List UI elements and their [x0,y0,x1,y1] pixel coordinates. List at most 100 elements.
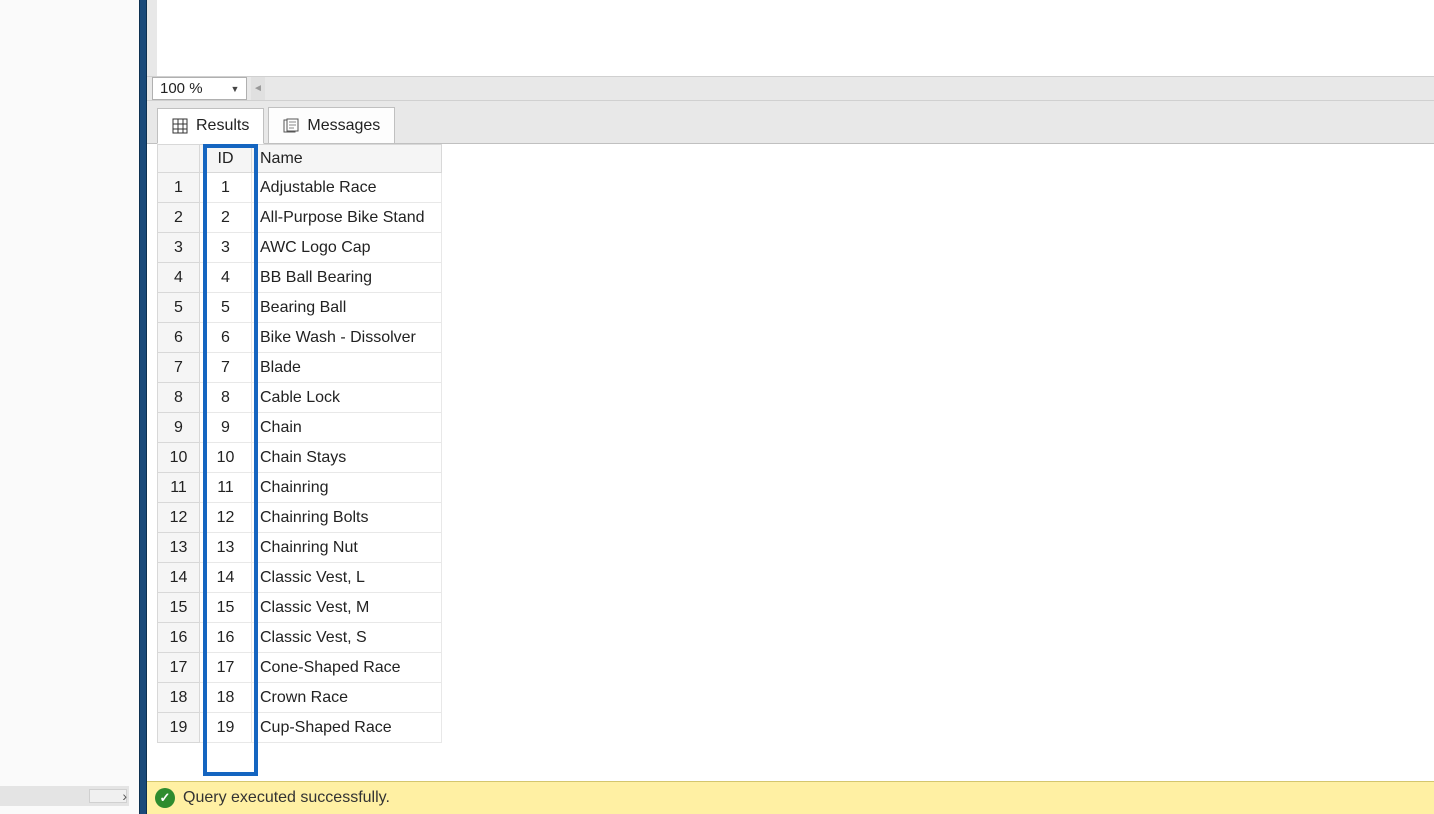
row-number[interactable]: 14 [158,563,200,593]
object-explorer-sidebar: › [0,0,139,814]
cell-id[interactable]: 1 [200,173,252,203]
cell-id[interactable]: 15 [200,593,252,623]
cell-name[interactable]: Chain [252,413,442,443]
cell-name[interactable]: All-Purpose Bike Stand [252,203,442,233]
row-number[interactable]: 18 [158,683,200,713]
cell-name[interactable]: Bearing Ball [252,293,442,323]
table-row[interactable]: 1010Chain Stays [158,443,442,473]
cell-id[interactable]: 13 [200,533,252,563]
splitter[interactable] [139,0,147,814]
cell-id[interactable]: 8 [200,383,252,413]
cell-name[interactable]: BB Ball Bearing [252,263,442,293]
cell-id[interactable]: 7 [200,353,252,383]
row-number[interactable]: 12 [158,503,200,533]
chevron-down-icon: ▼ [228,80,242,98]
cell-name[interactable]: Classic Vest, S [252,623,442,653]
table-row[interactable]: 66Bike Wash - Dissolver [158,323,442,353]
cell-name[interactable]: Adjustable Race [252,173,442,203]
cell-id[interactable]: 14 [200,563,252,593]
cell-name[interactable]: Cone-Shaped Race [252,653,442,683]
query-editor[interactable] [147,0,1434,76]
cell-id[interactable]: 17 [200,653,252,683]
table-row[interactable]: 1616Classic Vest, S [158,623,442,653]
table-row[interactable]: 1111Chainring [158,473,442,503]
table-row[interactable]: 1717Cone-Shaped Race [158,653,442,683]
zoom-level-label: 100 % [160,80,203,97]
table-row[interactable]: 1919Cup-Shaped Race [158,713,442,743]
cell-name[interactable]: Classic Vest, L [252,563,442,593]
cell-id[interactable]: 12 [200,503,252,533]
column-header-id[interactable]: ID [200,145,252,173]
cell-name[interactable]: Chainring Bolts [252,503,442,533]
table-row[interactable]: 77Blade [158,353,442,383]
cell-name[interactable]: Blade [252,353,442,383]
cell-name[interactable]: Chainring Nut [252,533,442,563]
row-number[interactable]: 6 [158,323,200,353]
row-number[interactable]: 10 [158,443,200,473]
cell-name[interactable]: Chainring [252,473,442,503]
messages-icon [283,118,299,134]
cell-id[interactable]: 3 [200,233,252,263]
table-row[interactable]: 1313Chainring Nut [158,533,442,563]
cell-id[interactable]: 18 [200,683,252,713]
tab-results-label: Results [196,117,249,135]
grid-corner[interactable] [158,145,200,173]
row-number[interactable]: 15 [158,593,200,623]
row-number[interactable]: 8 [158,383,200,413]
tab-messages-label: Messages [307,117,380,135]
row-number[interactable]: 9 [158,413,200,443]
main-panel: 100 % ▼ ◄ Results Messages ID Name [147,0,1434,814]
results-tabs: Results Messages [147,101,1434,144]
tab-results[interactable]: Results [157,108,264,144]
column-header-name[interactable]: Name [252,145,442,173]
table-row[interactable]: 1212Chainring Bolts [158,503,442,533]
scroll-left-button[interactable]: ◄ [251,77,265,100]
cell-id[interactable]: 10 [200,443,252,473]
cell-name[interactable]: Bike Wash - Dissolver [252,323,442,353]
sidebar-scrollbar[interactable] [0,786,129,806]
row-number[interactable]: 2 [158,203,200,233]
chevron-right-icon[interactable]: › [122,788,127,804]
table-row[interactable]: 55Bearing Ball [158,293,442,323]
row-number[interactable]: 13 [158,533,200,563]
cell-id[interactable]: 16 [200,623,252,653]
table-row[interactable]: 1515Classic Vest, M [158,593,442,623]
row-number[interactable]: 5 [158,293,200,323]
cell-id[interactable]: 5 [200,293,252,323]
row-number[interactable]: 16 [158,623,200,653]
table-row[interactable]: 1414Classic Vest, L [158,563,442,593]
results-grid[interactable]: ID Name 11Adjustable Race22All-Purpose B… [157,144,442,743]
cell-name[interactable]: Crown Race [252,683,442,713]
cell-name[interactable]: Cable Lock [252,383,442,413]
cell-id[interactable]: 4 [200,263,252,293]
cell-name[interactable]: AWC Logo Cap [252,233,442,263]
table-row[interactable]: 44BB Ball Bearing [158,263,442,293]
row-number[interactable]: 3 [158,233,200,263]
table-row[interactable]: 11Adjustable Race [158,173,442,203]
table-row[interactable]: 22All-Purpose Bike Stand [158,203,442,233]
zoom-dropdown[interactable]: 100 % ▼ [152,77,247,100]
cell-id[interactable]: 2 [200,203,252,233]
tab-messages[interactable]: Messages [268,107,395,143]
cell-id[interactable]: 19 [200,713,252,743]
results-grid-container: ID Name 11Adjustable Race22All-Purpose B… [157,144,1434,781]
scrollbar-thumb[interactable] [89,789,127,803]
table-row[interactable]: 99Chain [158,413,442,443]
cell-id[interactable]: 6 [200,323,252,353]
cell-name[interactable]: Cup-Shaped Race [252,713,442,743]
table-row[interactable]: 88Cable Lock [158,383,442,413]
zoom-bar: 100 % ▼ ◄ [147,76,1434,101]
status-bar: ✓ Query executed successfully. [147,781,1434,814]
row-number[interactable]: 17 [158,653,200,683]
cell-id[interactable]: 9 [200,413,252,443]
cell-name[interactable]: Classic Vest, M [252,593,442,623]
cell-name[interactable]: Chain Stays [252,443,442,473]
row-number[interactable]: 19 [158,713,200,743]
row-number[interactable]: 1 [158,173,200,203]
row-number[interactable]: 11 [158,473,200,503]
table-row[interactable]: 33AWC Logo Cap [158,233,442,263]
row-number[interactable]: 4 [158,263,200,293]
cell-id[interactable]: 11 [200,473,252,503]
row-number[interactable]: 7 [158,353,200,383]
table-row[interactable]: 1818Crown Race [158,683,442,713]
